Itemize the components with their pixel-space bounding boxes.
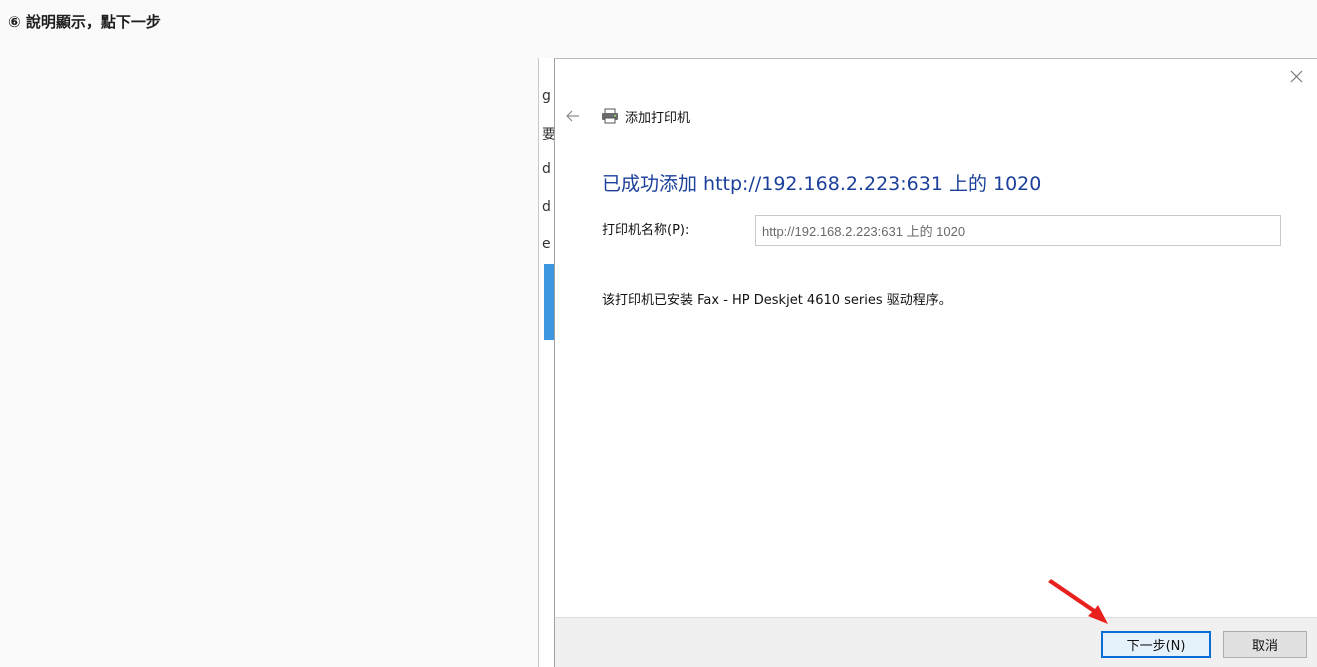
driver-installed-message: 该打印机已安装 Fax - HP Deskjet 4610 series 驱动程… — [602, 293, 952, 308]
background-text-fragment: g — [542, 88, 551, 104]
background-text-fragment: d — [542, 199, 551, 215]
add-printer-dialog: 添加打印机 已成功添加 http://192.168.2.223:631 上的 … — [554, 58, 1317, 667]
back-arrow-icon — [566, 110, 579, 122]
background-text-fragment: e — [542, 236, 551, 252]
cancel-button[interactable]: 取消 — [1223, 631, 1307, 658]
back-button[interactable] — [565, 108, 581, 124]
background-text-fragment: 要 — [542, 127, 554, 143]
printer-icon — [601, 108, 619, 124]
wizard-title: 添加打印机 — [625, 110, 691, 126]
step-caption: ⑥ 說明顯示，點下一步 — [8, 13, 161, 31]
background-text-fragment: d — [542, 161, 551, 177]
dialog-footer: 下一步(N) 取消 — [555, 617, 1317, 667]
close-icon — [1290, 70, 1302, 82]
success-heading: 已成功添加 http://192.168.2.223:631 上的 1020 — [602, 173, 1042, 195]
printer-name-label: 打印机名称(P): — [602, 223, 690, 238]
close-button[interactable] — [1285, 65, 1307, 87]
wizard-nav: 添加打印机 — [565, 106, 690, 126]
printer-name-input[interactable] — [755, 215, 1281, 246]
next-button[interactable]: 下一步(N) — [1101, 631, 1211, 658]
